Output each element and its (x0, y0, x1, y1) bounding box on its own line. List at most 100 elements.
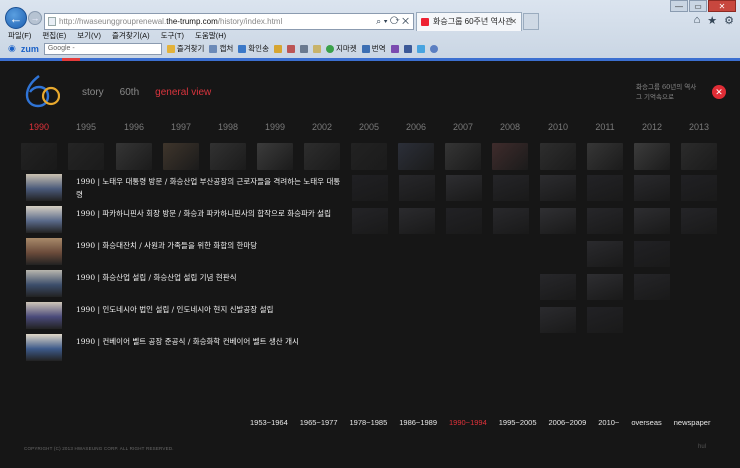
menu-file[interactable]: 파일(F) (8, 30, 31, 41)
gear-icon[interactable]: ⚙ (724, 14, 734, 27)
60th-logo[interactable]: 60 (24, 74, 60, 108)
close-button[interactable]: ✕ (712, 85, 726, 99)
mail-icon[interactable] (312, 44, 321, 53)
timeline-photo[interactable] (163, 143, 199, 170)
year-2008[interactable]: 2008 (487, 122, 533, 132)
ie-icon[interactable]: ◉ (8, 43, 16, 54)
grid-photo[interactable] (540, 208, 576, 234)
close-window-button[interactable]: ✕ (708, 0, 736, 12)
favorites-button[interactable]: 즐겨찾기 (166, 43, 204, 54)
grid-photo[interactable] (634, 274, 670, 300)
forward-button[interactable]: → (28, 11, 42, 25)
save-icon[interactable] (299, 44, 308, 53)
grid-photo[interactable] (540, 307, 576, 333)
era-1995-2005[interactable]: 1995~2005 (499, 418, 537, 427)
tab-close-icon[interactable]: ✕ (510, 13, 517, 31)
pen-icon[interactable] (286, 44, 295, 53)
entry-photo[interactable] (26, 174, 62, 201)
era-newspaper[interactable]: newspaper (674, 418, 711, 427)
year-2012[interactable]: 2012 (629, 122, 675, 132)
timeline-photo[interactable] (398, 143, 434, 170)
grid-photo[interactable] (634, 208, 670, 234)
tab-history[interactable]: 화승그룹 60주년 역사관 ✕ (416, 12, 522, 31)
timeline-photo[interactable] (634, 143, 670, 170)
new-tab-button[interactable] (523, 13, 539, 30)
grid-photo[interactable] (587, 208, 623, 234)
timeline-photo[interactable] (540, 143, 576, 170)
twitter-icon[interactable] (416, 44, 425, 53)
year-2010[interactable]: 2010 (535, 122, 581, 132)
zum-logo[interactable]: zum (21, 44, 39, 54)
grid-photo[interactable] (446, 208, 482, 234)
timeline-photo[interactable] (587, 143, 623, 170)
era-1965-1977[interactable]: 1965~1977 (300, 418, 338, 427)
timeline-photo[interactable] (21, 143, 57, 170)
grid-photo[interactable] (493, 208, 529, 234)
nav-general-view[interactable]: general view (155, 87, 211, 98)
grid-photo[interactable] (352, 208, 388, 234)
address-tools[interactable]: ⌕ ▾ ⟳ ✕ (376, 14, 409, 29)
nav-60th[interactable]: 60th (120, 87, 139, 98)
grid-photo[interactable] (587, 241, 623, 267)
entry-photo[interactable] (26, 302, 62, 329)
year-2006[interactable]: 2006 (393, 122, 439, 132)
dict-button[interactable]: 확인송 (238, 43, 269, 54)
era-2010-[interactable]: 2010~ (598, 418, 619, 427)
grid-photo[interactable] (446, 175, 482, 201)
translate-button[interactable]: 번역 (361, 43, 386, 54)
grid-photo[interactable] (681, 175, 717, 201)
era-1953-1964[interactable]: 1953~1964 (250, 418, 288, 427)
nav-story[interactable]: story (82, 87, 104, 98)
home-icon[interactable]: ⌂ (694, 14, 701, 27)
grid-photo[interactable] (540, 274, 576, 300)
timeline-photo[interactable] (304, 143, 340, 170)
timeline-photo[interactable] (210, 143, 246, 170)
year-1998[interactable]: 1998 (205, 122, 251, 132)
grid-photo[interactable] (587, 274, 623, 300)
menu-favorites[interactable]: 즐겨찾기(A) (112, 30, 150, 41)
menu-tools[interactable]: 도구(T) (161, 30, 184, 41)
facebook-icon[interactable] (403, 44, 412, 53)
menu-edit[interactable]: 편집(E) (42, 30, 66, 41)
year-1990[interactable]: 1990 (16, 122, 62, 132)
year-2005[interactable]: 2005 (346, 122, 392, 132)
year-2007[interactable]: 2007 (440, 122, 486, 132)
google-search-input[interactable]: Google - (43, 42, 162, 55)
grid-photo[interactable] (634, 175, 670, 201)
timeline-photo[interactable] (257, 143, 293, 170)
address-bar[interactable]: http://hwaseunggrouprenewal.the-trump.co… (44, 13, 414, 30)
entry-photo[interactable] (26, 334, 62, 361)
grid-photo[interactable] (587, 175, 623, 201)
map-button[interactable]: 지마켓 (325, 43, 357, 54)
book-icon[interactable] (390, 44, 399, 53)
timeline-photo[interactable] (445, 143, 481, 170)
era-1986-1989[interactable]: 1986~1989 (399, 418, 437, 427)
grid-photo[interactable] (540, 175, 576, 201)
grid-photo[interactable] (681, 208, 717, 234)
era-overseas[interactable]: overseas (631, 418, 661, 427)
grid-photo[interactable] (587, 307, 623, 333)
entry-photo[interactable] (26, 270, 62, 297)
note-icon[interactable] (273, 44, 282, 53)
timeline-photo[interactable] (116, 143, 152, 170)
grid-photo[interactable] (493, 175, 529, 201)
year-1999[interactable]: 1999 (252, 122, 298, 132)
era-2006-2009[interactable]: 2006~2009 (549, 418, 587, 427)
grid-photo[interactable] (399, 208, 435, 234)
star-icon[interactable]: ★ (707, 14, 717, 27)
year-2011[interactable]: 2011 (582, 122, 628, 132)
entry-photo[interactable] (26, 206, 62, 233)
capture-button[interactable]: 캡처 (209, 43, 233, 54)
year-2013[interactable]: 2013 (676, 122, 722, 132)
me2day-icon[interactable] (429, 44, 438, 53)
timeline-photo[interactable] (68, 143, 104, 170)
minimize-button[interactable]: — (670, 0, 688, 12)
grid-photo[interactable] (634, 241, 670, 267)
menu-view[interactable]: 보기(V) (77, 30, 101, 41)
grid-photo[interactable] (399, 175, 435, 201)
menu-help[interactable]: 도움말(H) (195, 30, 226, 41)
year-1996[interactable]: 1996 (111, 122, 157, 132)
timeline-photo[interactable] (351, 143, 387, 170)
grid-photo[interactable] (352, 175, 388, 201)
timeline-photo[interactable] (492, 143, 528, 170)
